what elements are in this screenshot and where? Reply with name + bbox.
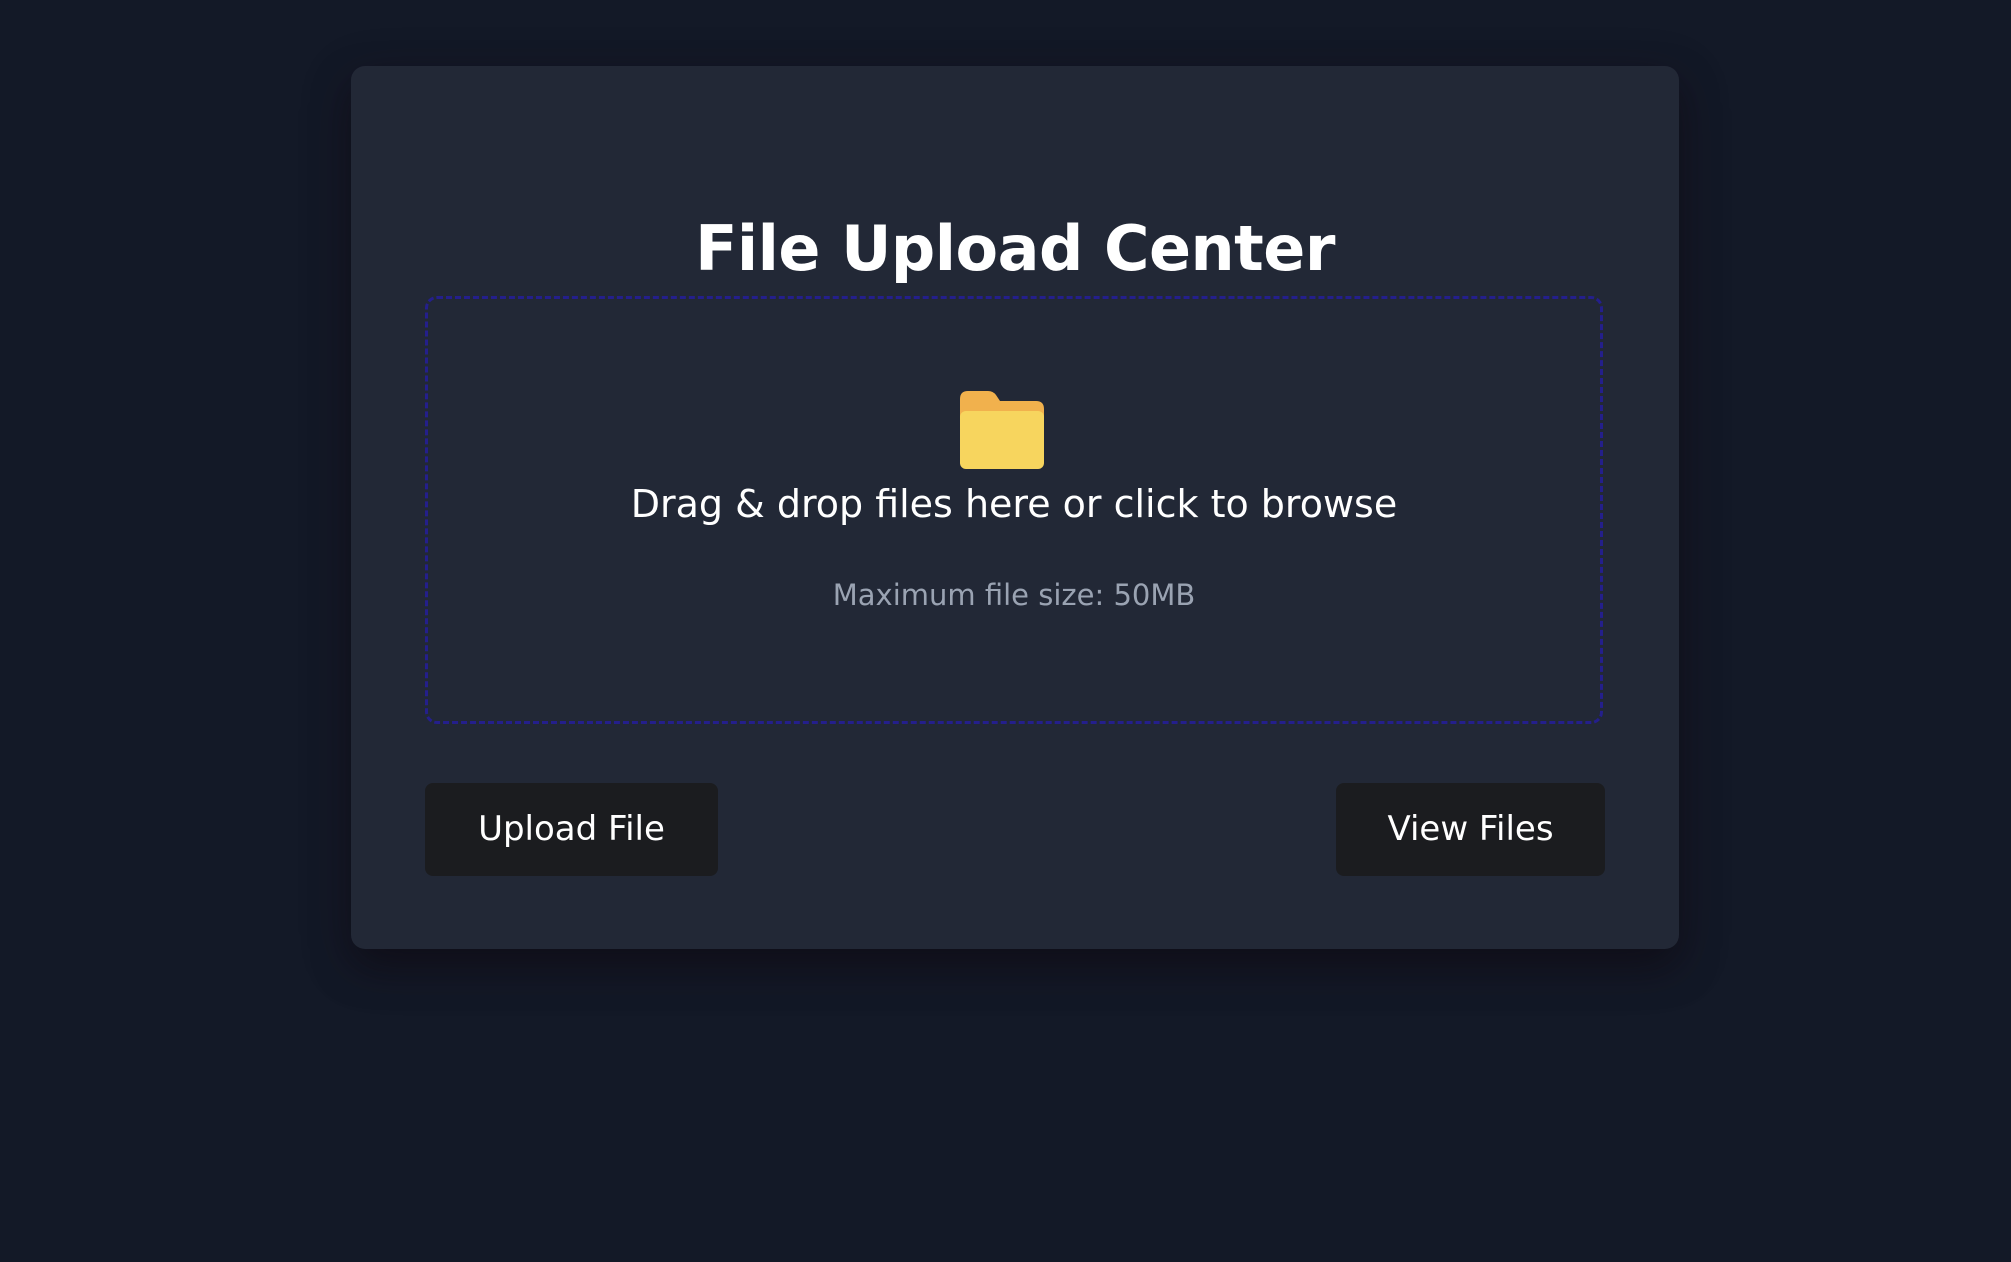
- drop-zone[interactable]: Drag & drop files here or click to brows…: [425, 296, 1603, 724]
- folder-icon: [960, 391, 1044, 469]
- upload-file-button[interactable]: Upload File: [425, 783, 718, 876]
- page-title: File Upload Center: [695, 212, 1335, 285]
- drop-zone-text: Drag & drop files here or click to brows…: [630, 482, 1398, 526]
- max-file-size-hint: Maximum file size: 50MB: [832, 578, 1196, 612]
- view-files-button[interactable]: View Files: [1336, 783, 1605, 876]
- upload-card: File Upload Center Drag & drop files her…: [351, 66, 1679, 949]
